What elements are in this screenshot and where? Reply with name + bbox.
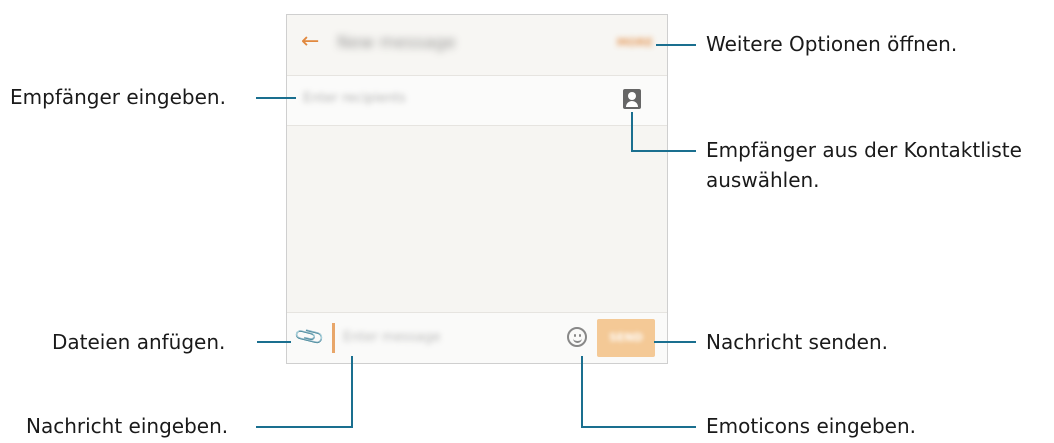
message-thread-area — [287, 125, 667, 315]
callout-line-emoticons-v — [581, 356, 583, 428]
text-cursor — [332, 323, 335, 353]
compose-bar: 📎 Enter message SEND — [287, 312, 667, 363]
callout-attach-files: Dateien anfügen. — [52, 330, 226, 354]
callout-line-contacts-v — [631, 112, 633, 152]
callout-enter-recipients: Empfänger eingeben. — [10, 85, 226, 109]
callout-more-options: Weitere Optionen öffnen. — [706, 32, 958, 56]
message-compose-screen: ← New message MORE Enter recipients 📎 En… — [286, 14, 668, 364]
callout-contacts-line1: Empfänger aus der Kontaktliste — [706, 138, 1022, 162]
callout-line-emoticons-h — [581, 426, 696, 428]
recipient-placeholder: Enter recipients — [303, 91, 406, 106]
message-input[interactable]: Enter message — [343, 330, 440, 345]
callout-line-message-h — [256, 426, 353, 428]
callout-enter-message: Nachricht eingeben. — [26, 414, 229, 438]
callout-line-recipients — [256, 97, 296, 99]
callout-enter-emoticons: Emoticons eingeben. — [706, 414, 917, 438]
paperclip-icon[interactable]: 📎 — [292, 319, 326, 353]
callout-line-attach — [257, 341, 291, 343]
callout-line-more — [656, 44, 696, 46]
screen-title: New message — [337, 33, 456, 53]
callout-line-send — [654, 341, 696, 343]
callout-contacts-line2: auswählen. — [706, 168, 820, 192]
callout-line-message-v — [351, 356, 353, 428]
callout-send-message: Nachricht senden. — [706, 330, 888, 354]
more-button[interactable]: MORE — [617, 36, 653, 49]
contact-card-icon[interactable] — [623, 89, 641, 109]
arrow-left-icon[interactable]: ← — [301, 31, 323, 53]
smiley-mouth — [573, 336, 582, 343]
callout-line-contacts-h — [631, 150, 696, 152]
send-label: SEND — [609, 331, 643, 344]
smiley-icon[interactable] — [567, 327, 587, 347]
header-bar: ← New message MORE — [287, 15, 667, 75]
recipient-field[interactable]: Enter recipients — [287, 75, 667, 126]
contact-head — [628, 92, 636, 100]
contact-body — [626, 101, 638, 107]
send-button[interactable]: SEND — [597, 319, 655, 357]
